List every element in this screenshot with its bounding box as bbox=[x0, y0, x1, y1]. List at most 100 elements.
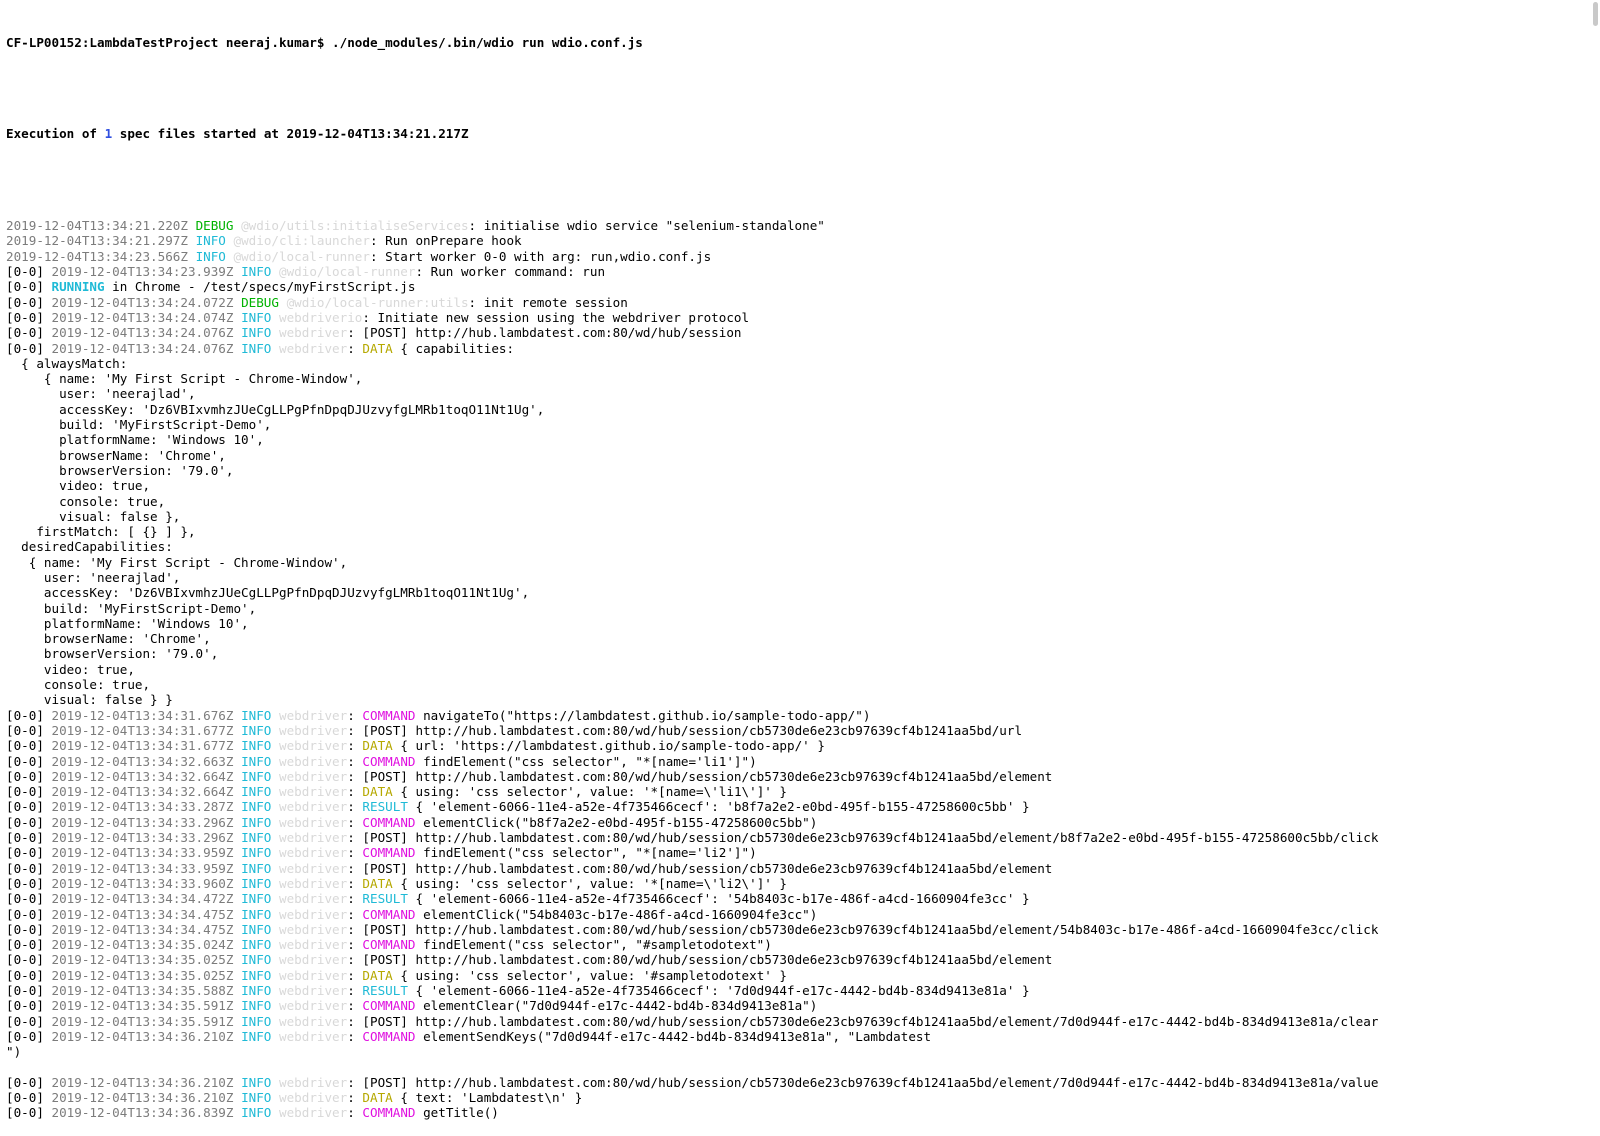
log-separator: : bbox=[347, 1090, 363, 1106]
log-text: visual: false } } bbox=[6, 692, 173, 708]
log-running-line: [0-0] RUNNING in Chrome - /test/specs/my… bbox=[6, 279, 1600, 294]
worker-prefix: [0-0] bbox=[6, 1013, 52, 1029]
log-keyword: RESULT bbox=[362, 891, 408, 907]
log-timestamp: 2019-12-04T13:34:36.210Z bbox=[51, 1074, 242, 1090]
worker-prefix: [0-0] bbox=[6, 738, 52, 754]
log-keyword: COMMAND bbox=[362, 937, 416, 953]
log-timestamp: 2019-12-04T13:34:31.677Z bbox=[51, 738, 242, 754]
log-level: INFO bbox=[241, 1105, 279, 1121]
log-logger-name: @wdio/local-runner bbox=[278, 264, 416, 280]
log-text: findElement("css selector", "#sampletodo… bbox=[415, 937, 772, 953]
terminal-output: CF-LP00152:LambdaTestProject neeraj.kuma… bbox=[0, 0, 1600, 1136]
log-level: INFO bbox=[241, 952, 279, 968]
shell-prompt-line: CF-LP00152:LambdaTestProject neeraj.kuma… bbox=[6, 35, 1600, 50]
log-level: DEBUG bbox=[241, 294, 287, 310]
log-continuation-line: user: 'neerajlad', bbox=[6, 386, 1600, 401]
log-separator: : bbox=[347, 845, 363, 861]
worker-prefix: [0-0] bbox=[6, 906, 52, 922]
log-timestamp: 2019-12-04T13:34:24.072Z bbox=[51, 294, 242, 310]
log-text: build: 'MyFirstScript-Demo', bbox=[6, 600, 257, 616]
log-separator: : bbox=[347, 1028, 363, 1044]
log-line: [0-0] 2019-12-04T13:34:24.074Z INFO webd… bbox=[6, 310, 1600, 325]
log-line: [0-0] 2019-12-04T13:34:36.210Z INFO webd… bbox=[6, 1075, 1600, 1090]
log-text: desiredCapabilities: bbox=[6, 539, 173, 555]
log-logger-name: webdriver bbox=[278, 952, 348, 968]
log-line: [0-0] 2019-12-04T13:34:34.475Z INFO webd… bbox=[6, 922, 1600, 937]
scrollbar-thumb[interactable] bbox=[1593, 2, 1598, 26]
log-timestamp: 2019-12-04T13:34:33.960Z bbox=[51, 875, 242, 891]
log-text: elementClear("7d0d944f-e17c-4442-bd4b-83… bbox=[415, 998, 818, 1014]
log-line: 2019-12-04T13:34:23.566Z INFO @wdio/loca… bbox=[6, 249, 1600, 264]
log-timestamp: 2019-12-04T13:34:31.676Z bbox=[51, 707, 242, 723]
log-level: INFO bbox=[241, 937, 279, 953]
log-logger-name: webdriver bbox=[278, 1013, 348, 1029]
log-level: INFO bbox=[241, 309, 279, 325]
log-text: : [POST] http://hub.lambdatest.com:80/wd… bbox=[347, 722, 1023, 738]
log-timestamp: 2019-12-04T13:34:32.663Z bbox=[51, 753, 242, 769]
scrollbar[interactable] bbox=[1591, 0, 1600, 973]
log-keyword: DATA bbox=[362, 738, 393, 754]
worker-prefix: [0-0] bbox=[6, 860, 52, 876]
log-text: { 'element-6066-11e4-a52e-4f735466cecf':… bbox=[407, 891, 1030, 907]
log-logger-name: webdriver bbox=[278, 325, 348, 341]
log-level: INFO bbox=[241, 1013, 279, 1029]
worker-prefix: [0-0] bbox=[6, 279, 52, 295]
log-line: [0-0] 2019-12-04T13:34:33.959Z INFO webd… bbox=[6, 861, 1600, 876]
log-timestamp: 2019-12-04T13:34:36.839Z bbox=[51, 1105, 242, 1121]
log-continuation-line: { alwaysMatch: bbox=[6, 356, 1600, 371]
log-line: [0-0] 2019-12-04T13:34:24.076Z INFO webd… bbox=[6, 325, 1600, 340]
log-logger-name: webdriver bbox=[278, 799, 348, 815]
log-level: INFO bbox=[241, 340, 279, 356]
log-continuation-line: build: 'MyFirstScript-Demo', bbox=[6, 417, 1600, 432]
log-logger-name: webdriver bbox=[278, 830, 348, 846]
log-level: INFO bbox=[241, 967, 279, 983]
log-level: INFO bbox=[195, 248, 234, 264]
log-line: [0-0] 2019-12-04T13:34:24.076Z INFO webd… bbox=[6, 341, 1600, 356]
log-text: : Run onPrepare hook bbox=[369, 233, 522, 249]
log-text: { capabilities: bbox=[392, 340, 515, 356]
log-timestamp: 2019-12-04T13:34:33.296Z bbox=[51, 830, 242, 846]
log-level: INFO bbox=[241, 1074, 279, 1090]
log-level: INFO bbox=[241, 830, 279, 846]
log-text: : [POST] http://hub.lambdatest.com:80/wd… bbox=[347, 952, 1053, 968]
log-logger-name: webdriver bbox=[278, 860, 348, 876]
log-logger-name: webdriver bbox=[278, 921, 348, 937]
log-text: in Chrome - /test/specs/myFirstScript.js bbox=[104, 279, 416, 295]
log-line: [0-0] 2019-12-04T13:34:23.939Z INFO @wdi… bbox=[6, 264, 1600, 279]
log-text: : [POST] http://hub.lambdatest.com:80/wd… bbox=[347, 1074, 1379, 1090]
log-keyword: COMMAND bbox=[362, 998, 416, 1014]
log-logger-name: @wdio/local-runner:utils bbox=[286, 294, 469, 310]
log-timestamp: 2019-12-04T13:34:35.025Z bbox=[51, 967, 242, 983]
log-separator: : bbox=[347, 753, 363, 769]
log-separator: : bbox=[347, 1105, 363, 1121]
log-level: INFO bbox=[241, 814, 279, 830]
log-line: [0-0] 2019-12-04T13:34:31.677Z INFO webd… bbox=[6, 738, 1600, 753]
log-text: elementClick("b8f7a2e2-e0bd-495f-b155-47… bbox=[415, 814, 818, 830]
log-separator: : bbox=[347, 998, 363, 1014]
log-line: [0-0] 2019-12-04T13:34:35.591Z INFO webd… bbox=[6, 998, 1600, 1013]
log-separator: : bbox=[347, 983, 363, 998]
log-keyword: DATA bbox=[362, 340, 393, 356]
log-logger-name: webdriver bbox=[278, 998, 348, 1014]
log-text: { name: 'My First Script - Chrome-Window… bbox=[6, 554, 348, 570]
log-logger-name: webdriver bbox=[278, 1105, 348, 1121]
log-logger-name: webdriver bbox=[278, 891, 348, 907]
log-line: [0-0] 2019-12-04T13:34:24.072Z DEBUG @wd… bbox=[6, 295, 1600, 310]
log-level: INFO bbox=[241, 325, 279, 341]
log-text: navigateTo("https://lambdatest.github.io… bbox=[415, 707, 871, 723]
execution-summary-line: Execution of 1 spec files started at 201… bbox=[6, 126, 1600, 141]
log-level: INFO bbox=[241, 906, 279, 922]
log-continuation-line: browserVersion: '79.0', bbox=[6, 463, 1600, 478]
log-logger-name: webdriver bbox=[278, 340, 348, 356]
log-continuation-line: visual: false }, bbox=[6, 509, 1600, 524]
log-continuation-line: console: true, bbox=[6, 494, 1600, 509]
log-text: : [POST] http://hub.lambdatest.com:80/wd… bbox=[347, 768, 1053, 784]
log-level: INFO bbox=[241, 921, 279, 937]
log-line: [0-0] 2019-12-04T13:34:35.024Z INFO webd… bbox=[6, 937, 1600, 952]
log-timestamp: 2019-12-04T13:34:33.296Z bbox=[51, 814, 242, 830]
log-level: INFO bbox=[241, 860, 279, 876]
log-logger-name: webdriverio bbox=[278, 309, 363, 325]
log-text: platformName: 'Windows 10', bbox=[6, 432, 264, 448]
worker-prefix: [0-0] bbox=[6, 983, 52, 998]
